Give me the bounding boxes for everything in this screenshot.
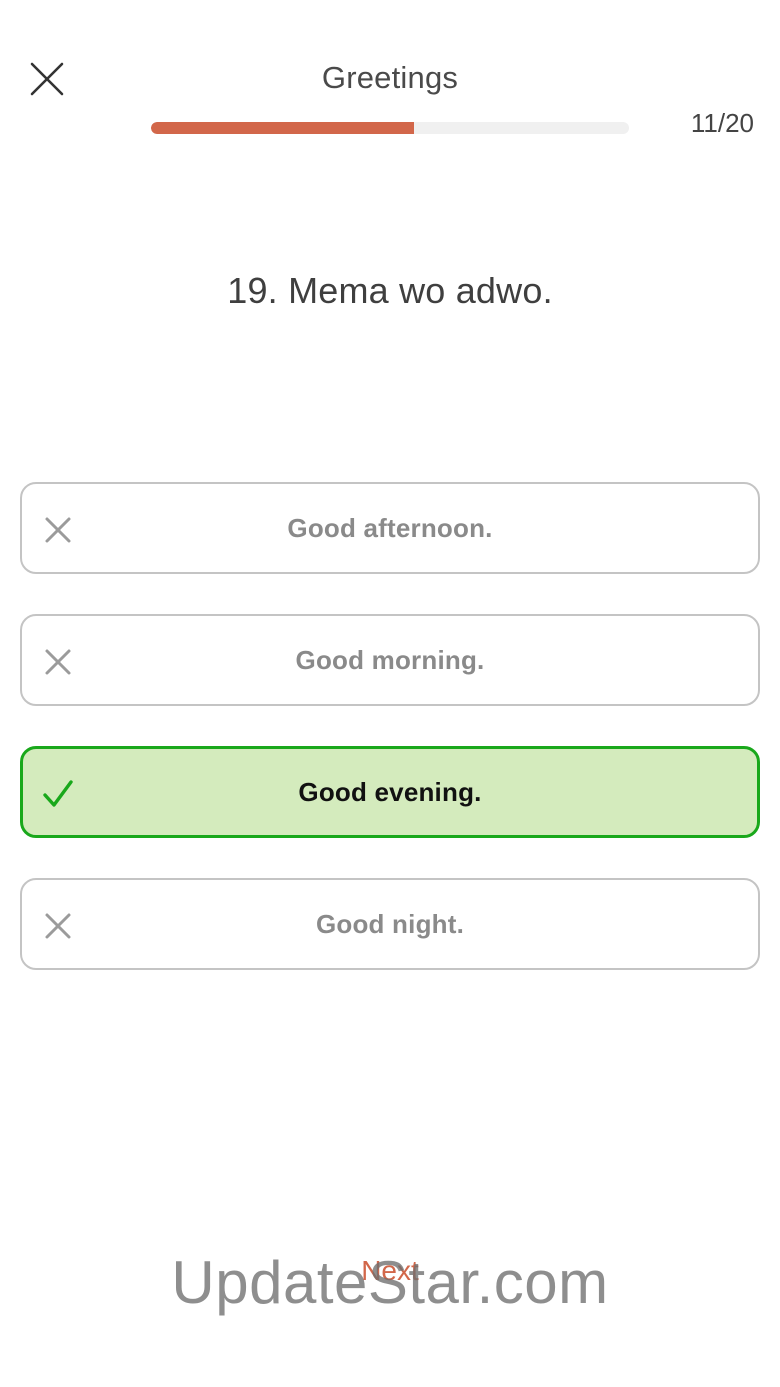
answer-option-label: Good morning. [295, 644, 485, 675]
page-title: Greetings [321, 60, 459, 95]
progress-bar-fill [151, 122, 414, 134]
answer-option-good-afternoon[interactable]: Good afternoon. [20, 482, 760, 574]
answer-option-label: Good night. [315, 908, 465, 939]
answer-options: Good afternoon. Good morning. Good eveni… [20, 482, 760, 1010]
next-button[interactable]: Next [0, 1255, 780, 1287]
answer-option-label: Good afternoon. [287, 512, 493, 543]
answer-option-good-evening[interactable]: Good evening. [20, 746, 760, 838]
progress-bar [151, 122, 629, 134]
question-text: 19. Mema wo adwo. [227, 270, 553, 311]
answer-option-label: Good evening. [298, 776, 482, 807]
answer-option-good-morning[interactable]: Good morning. [20, 614, 760, 706]
answer-option-good-night[interactable]: Good night. [20, 878, 760, 970]
progress-count: 11/20 [690, 108, 754, 138]
quiz-screen: Greetings 11/20 19. Mema wo adwo. Good a… [0, 0, 780, 1387]
